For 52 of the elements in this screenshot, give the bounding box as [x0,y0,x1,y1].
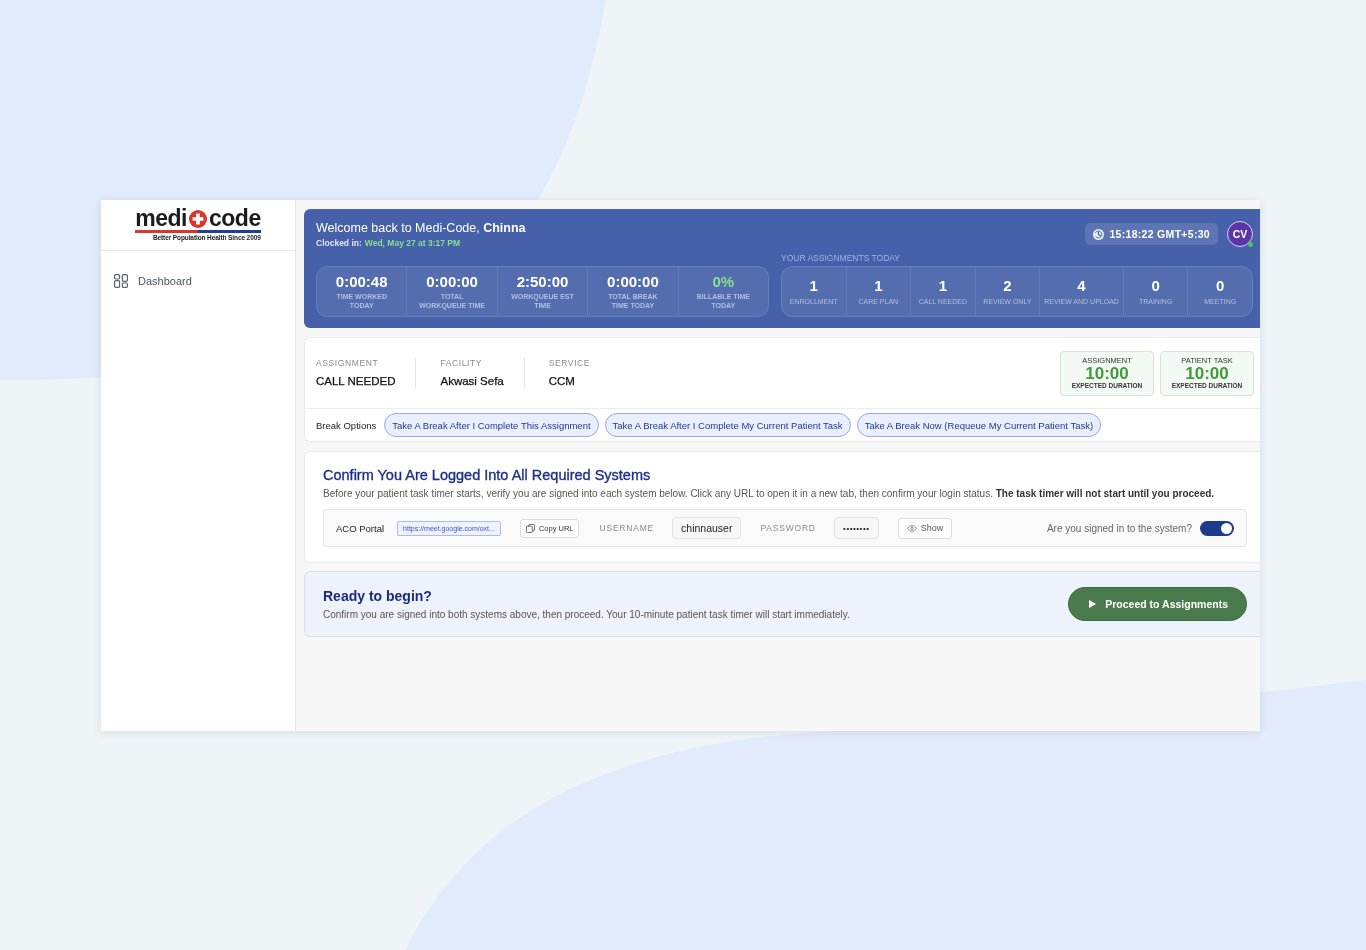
clocked-in-time: Wed, May 27 at 3:17 PM [364,238,461,248]
field-value: CALL NEEDED [316,374,396,388]
break-options-label: Break Options [316,419,377,431]
copy-icon [525,523,535,533]
assignment-count: 0 [1216,277,1225,295]
current-time: 15:18:22 GMT+5:30 [1109,228,1210,240]
ready-description: Confirm you are signed into both systems above, then proceed. Your 10-minute patient task timer will start immediately. [323,607,850,621]
password-field: •••••••• [833,517,879,539]
assignment-count: 1 [809,277,818,295]
sign-in-question: Are you signed in to the system? [1046,522,1192,534]
stat-value: 0:00:00 [426,273,478,291]
duration-value: 10:00 [1185,365,1229,382]
play-icon [1089,600,1097,608]
section-title: Confirm You Are Logged Into All Required Systems [323,466,652,484]
ready-title: Ready to begin? [323,587,433,605]
assignments-heading: YOUR ASSIGNMENTS TODAY [781,253,902,263]
assignment-count: 0 [1151,277,1160,295]
field-label: SERVICE [548,358,591,369]
logo-wordmark: code [209,208,261,228]
field-value: Akwasi Sefa [440,374,504,388]
assignment-count: 1 [874,277,883,295]
stat-value: 0% [712,273,735,291]
user-avatar[interactable]: CV [1227,221,1253,247]
password-label: PASSWORD [760,523,816,533]
field-value: CCM [548,374,576,388]
field-label: ASSIGNMENT [316,358,380,369]
break-option-button[interactable]: Take A Break Now (Requeue My Current Patient Task) [856,413,1102,437]
system-name: ACO Portal [336,522,385,534]
username-label: USERNAME [599,523,655,533]
signed-in-toggle[interactable] [1200,520,1234,536]
stat-value: 0:00:48 [335,273,388,291]
dashboard-icon [114,274,128,288]
section-description: Before your patient task timer starts, verify you are signed into each system below. Click any URL to open it in a new tab, then confirm your login status. The task timer will not start until you proceed. [323,487,1216,500]
logo-wordmark: medi [135,208,187,228]
field-label: FACILITY [440,358,484,369]
proceed-button[interactable]: Proceed to Assignments [1068,587,1247,621]
username-field: chinnauser [672,517,742,539]
nav-item[interactable]: Dashboard [101,272,295,290]
stat-value: 0:00:00 [607,273,659,291]
welcome-message: Welcome back to Medi-Code, Chinna [316,221,526,236]
break-option-button[interactable]: Take A Break After I Complete This Assignment [384,413,599,437]
assignment-count: 1 [938,277,948,295]
assignment-count: 4 [1077,277,1086,295]
clock-icon [1093,228,1105,240]
show-password-button[interactable]: Show [897,517,953,539]
plus-circle-icon [189,209,207,228]
duration-value: 10:00 [1085,365,1129,382]
break-option-button[interactable]: Take A Break After I Complete My Current Patient Task [604,413,851,437]
assignment-count: 2 [1003,277,1012,295]
clocked-in-label: Clocked in: [316,238,362,248]
eye-icon [906,524,917,532]
stat-value: 2:50:00 [516,273,569,291]
